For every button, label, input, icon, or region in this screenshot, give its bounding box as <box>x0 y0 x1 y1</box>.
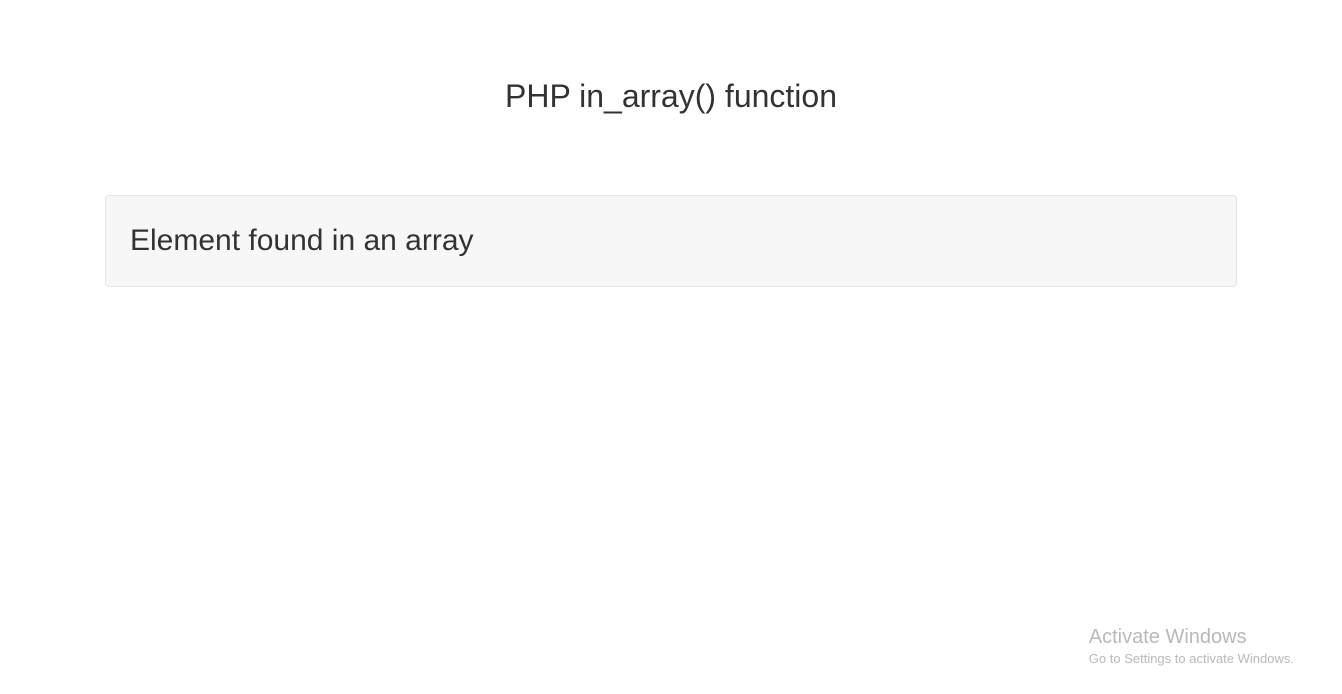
result-output-box: Element found in an array <box>105 195 1237 287</box>
watermark-subtitle: Go to Settings to activate Windows. <box>1089 651 1294 666</box>
page-title: PHP in_array() function <box>0 78 1342 115</box>
watermark-title: Activate Windows <box>1089 626 1294 649</box>
windows-activation-watermark: Activate Windows Go to Settings to activ… <box>1089 626 1294 666</box>
result-message: Element found in an array <box>130 224 1212 258</box>
